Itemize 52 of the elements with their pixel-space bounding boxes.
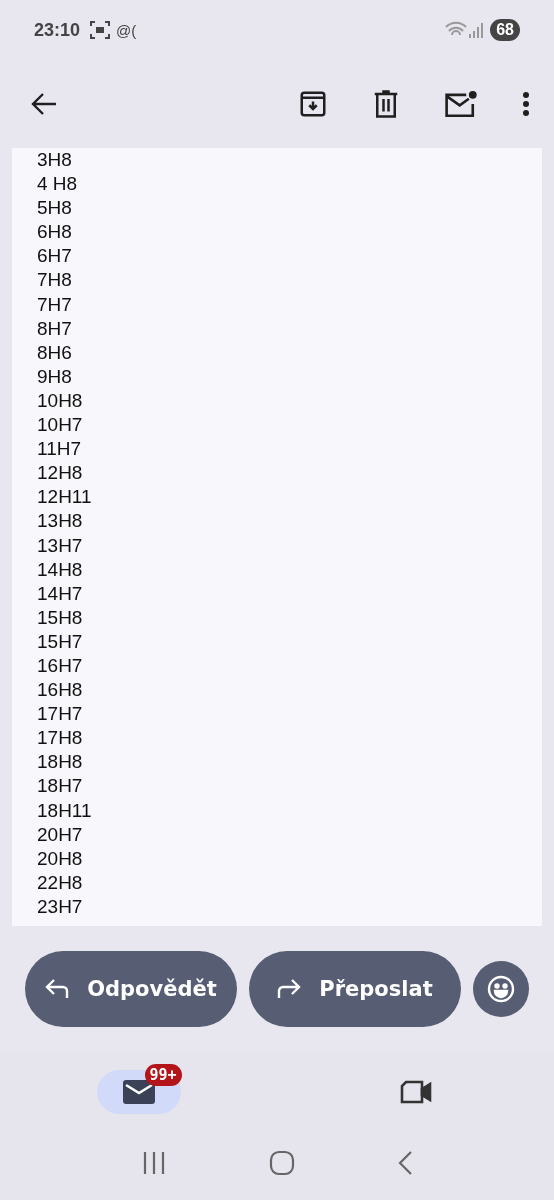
message-line: 20H8: [37, 846, 83, 871]
reply-arrow-icon: [45, 978, 70, 1000]
message-line: 20H7: [37, 822, 83, 847]
message-line: 12H11: [37, 485, 92, 510]
message-line: 7H8: [37, 268, 72, 293]
message-line: 17H8: [37, 726, 83, 751]
signal-icon: [468, 22, 485, 38]
emoji-icon: [487, 975, 515, 1003]
message-line: 14H8: [37, 557, 83, 582]
mail-icon: [122, 1079, 155, 1104]
message-line: 23H7: [37, 894, 83, 919]
message-line: 18H11: [37, 798, 92, 823]
emoji-reaction-button[interactable]: [473, 961, 529, 1017]
message-line: 18H7: [37, 774, 83, 799]
message-line: 15H7: [37, 629, 83, 654]
notification-text: @(: [116, 21, 137, 39]
message-line: 16H7: [37, 653, 83, 678]
message-line: 4 H8: [37, 172, 78, 197]
delete-icon: [372, 89, 400, 119]
unread-mail-icon: [444, 89, 478, 119]
message-line: 14H7: [37, 581, 83, 606]
forward-button[interactable]: Přeposlat: [249, 951, 461, 1027]
message-line: 8H6: [37, 340, 72, 365]
screenshot-icon: [90, 21, 111, 39]
forward-arrow-icon: [277, 978, 302, 1000]
message-line: 5H8: [37, 196, 72, 221]
video-camera-icon: [399, 1079, 432, 1104]
message-line: 13H8: [37, 509, 83, 534]
message-line: 10H8: [37, 388, 83, 413]
message-line: 12H8: [37, 461, 83, 486]
message-line: 15H8: [37, 605, 83, 630]
message-line: 17H7: [37, 702, 83, 727]
message-line: 6H7: [37, 244, 72, 269]
battery-level: 68: [490, 19, 520, 41]
message-line: 9H8: [37, 364, 72, 389]
message-line: 11H7: [37, 437, 81, 462]
message-line: 13H7: [37, 533, 83, 558]
message-line: 8H7: [37, 316, 72, 341]
status-time: 23:10: [34, 19, 81, 41]
archive-icon: [298, 89, 328, 119]
unread-count-badge: 99+: [144, 1063, 182, 1086]
message-line: 18H8: [37, 750, 83, 775]
message-line: 22H8: [37, 870, 83, 895]
back-arrow-icon: [30, 92, 58, 116]
message-line: 7H7: [37, 292, 72, 317]
reply-button[interactable]: Odpovědět: [25, 951, 237, 1027]
message-line: 3H8: [37, 148, 72, 172]
more-icon: [522, 91, 530, 117]
mail-tab[interactable]: [96, 1069, 181, 1114]
message-line: 10H7: [37, 413, 83, 438]
message-line: 16H8: [37, 678, 83, 703]
message-line: 6H8: [37, 220, 72, 245]
